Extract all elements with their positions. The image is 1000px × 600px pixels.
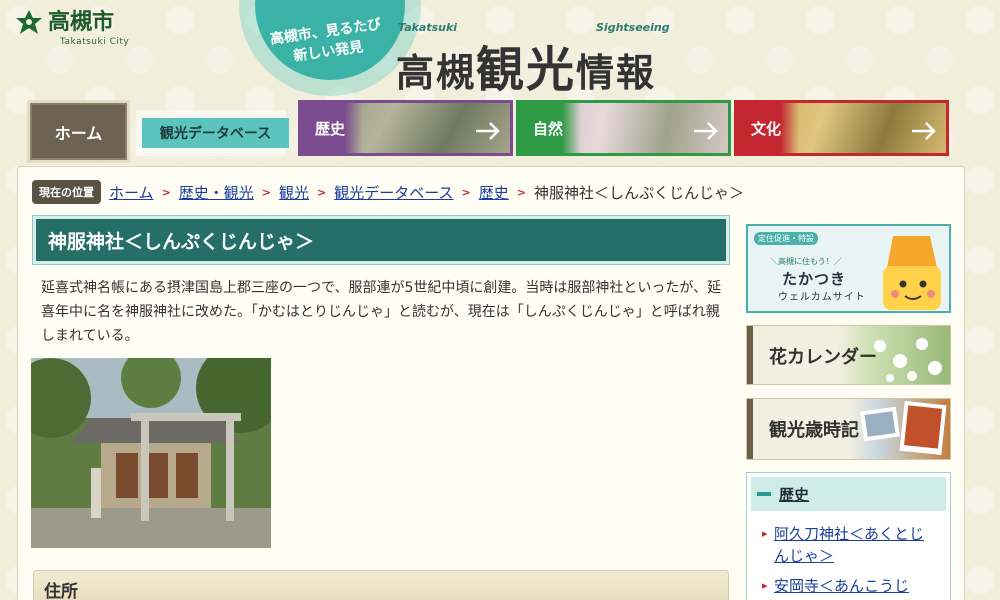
global-nav: ホーム 観光データベース 歴史 自然 文化 [27, 100, 953, 163]
breadcrumb-link-history-sightseeing[interactable]: 歴史・観光 [179, 182, 254, 203]
breadcrumb: 現在の位置 ホーム > 歴史・観光 > 観光 > 観光データベース > 歴史 >… [32, 180, 744, 204]
section-heading-address: 住所 [33, 570, 729, 600]
breadcrumb-current: 神服神社＜しんぷくじんじゃ＞ [533, 183, 744, 202]
site-title-part-1: 高槻 [396, 50, 477, 95]
site-header: 高槻市 Takatsuki City 高槻市、見るたび 新しい発見 Takats… [0, 0, 1000, 98]
city-emblem-icon [16, 10, 42, 34]
season-photos-icon [860, 401, 947, 456]
mascot-icon [883, 236, 941, 310]
arrow-right-icon [912, 122, 936, 140]
sidebar-item-akuto-shrine[interactable]: 阿久刀神社＜あくとじんじゃ＞ [762, 523, 934, 567]
shrine-photo-illustration [31, 358, 271, 548]
chevron-right-icon: > [161, 185, 171, 199]
site-title[interactable]: 高槻観光情報 [396, 30, 656, 100]
nav-culture-tile[interactable]: 文化 [734, 100, 949, 156]
city-name: 高槻市 [48, 10, 115, 35]
welcome-site-banner[interactable]: 定住促進・特設 ＼高槻に住もう！／ たかつき ウェルカムサイト [746, 224, 951, 313]
nav-history-label: 歴史 [301, 103, 363, 153]
chevron-right-icon: > [261, 185, 272, 199]
sidebar-history-heading[interactable]: 歴史 [751, 477, 946, 511]
chevron-right-icon: > [461, 185, 471, 199]
nav-history-tile[interactable]: 歴史 [298, 100, 513, 156]
breadcrumb-link-database[interactable]: 観光データベース [334, 182, 453, 203]
chevron-right-icon: > [516, 185, 526, 199]
flower-calendar-banner[interactable]: 花カレンダー [746, 325, 951, 385]
site-title-part-2: 観光 [476, 42, 577, 98]
season-calendar-label: 観光歳時記 [769, 420, 859, 441]
heading-bar-icon [757, 492, 771, 496]
chevron-right-icon: > [317, 185, 327, 199]
nav-home-button[interactable]: ホーム [27, 100, 130, 163]
city-logo[interactable]: 高槻市 Takatsuki City [14, 8, 129, 47]
arrow-right-icon [476, 122, 500, 140]
page-title: 神服神社＜しんぷくじんじゃ＞ [32, 215, 730, 265]
breadcrumb-link-history[interactable]: 歴史 [479, 182, 509, 203]
welcome-line-2: たかつき [782, 270, 847, 288]
sidebar-item-anko-temple[interactable]: 安岡寺＜あんこうじ [762, 575, 934, 597]
nav-database-button[interactable]: 観光データベース [136, 110, 289, 156]
site-title-part-3: 情報 [576, 50, 657, 95]
sidebar-history-heading-label: 歴史 [779, 485, 810, 504]
banner-accent [747, 326, 753, 384]
shrine-photo [31, 358, 271, 548]
breadcrumb-label: 現在の位置 [32, 180, 101, 204]
nav-nature-tile[interactable]: 自然 [516, 100, 731, 156]
city-name-en: Takatsuki City [60, 37, 130, 47]
welcome-tag: 定住促進・特設 [754, 232, 818, 245]
nav-culture-label: 文化 [737, 103, 799, 153]
sidebar-history-nav: 歴史 阿久刀神社＜あくとじんじゃ＞ 安岡寺＜あんこうじ [746, 472, 951, 600]
welcome-line-3: ウェルカムサイト [778, 292, 866, 303]
arrow-right-icon [694, 122, 718, 140]
nav-nature-label: 自然 [519, 103, 581, 153]
season-calendar-banner[interactable]: 観光歳時記 [746, 398, 951, 460]
intro-text: 延喜式神名帳にある摂津国島上郡三座の一つで、服部連が5世紀中頃に創建。当時は服部… [41, 280, 722, 344]
banner-accent [747, 399, 753, 459]
flower-calendar-label: 花カレンダー [769, 347, 877, 368]
breadcrumb-link-sightseeing[interactable]: 観光 [279, 182, 309, 203]
welcome-line-1: ＼高槻に住もう！／ [770, 257, 842, 266]
breadcrumb-link-home[interactable]: ホーム [109, 182, 154, 203]
